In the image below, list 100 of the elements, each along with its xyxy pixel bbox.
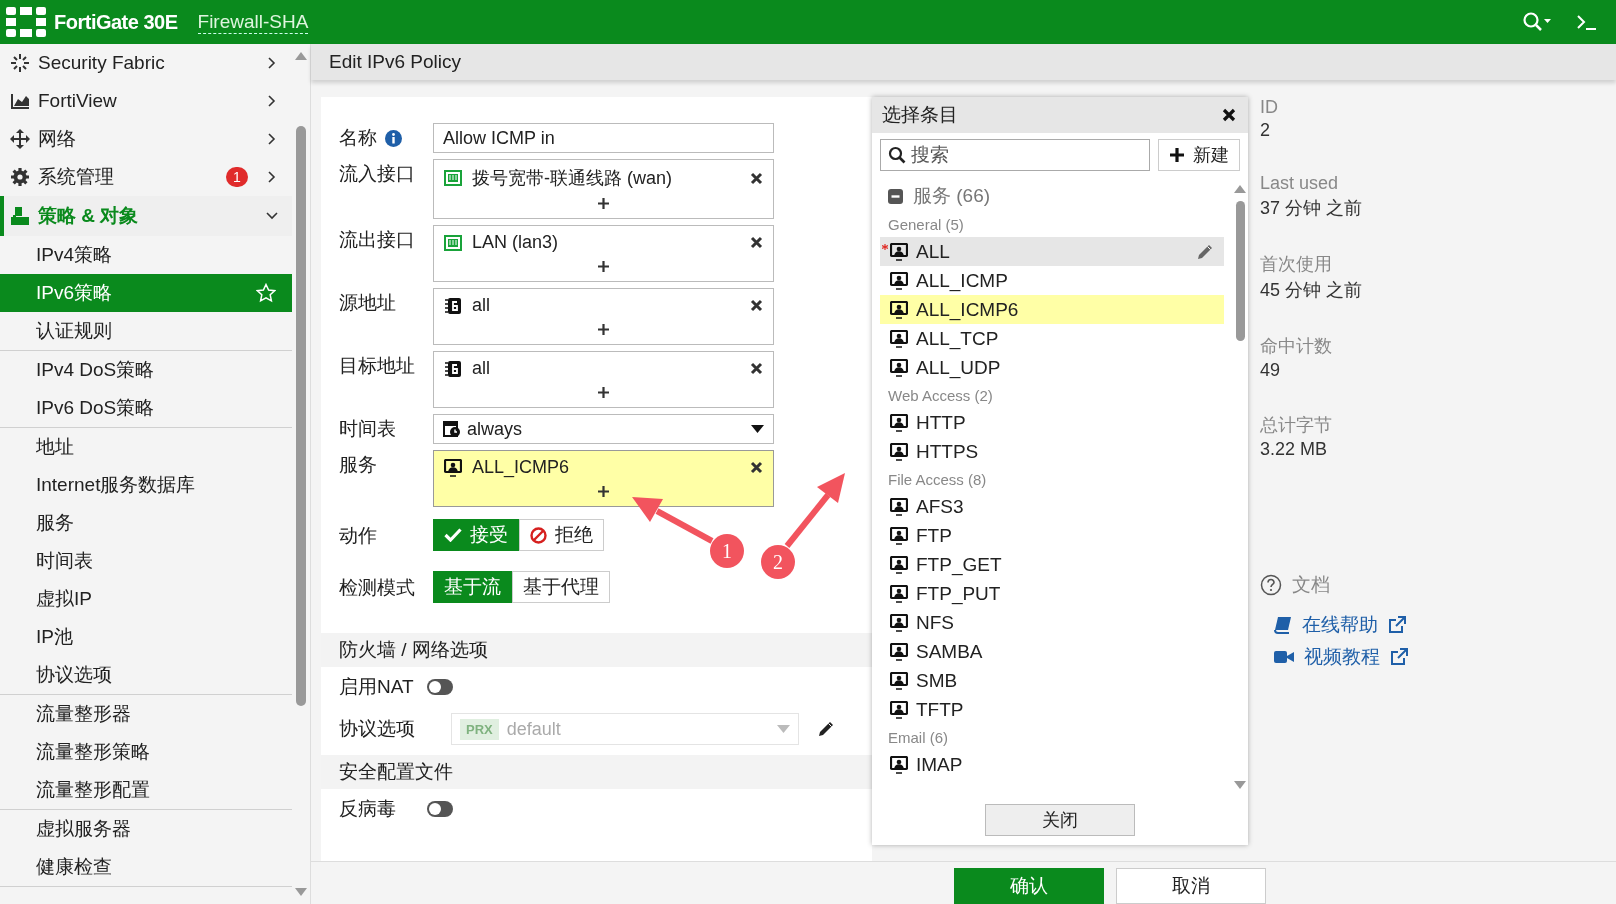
sidebar-item[interactable]: Security Fabric [0,44,292,82]
monitor-user-icon [890,755,908,774]
service-item[interactable]: NFS [880,608,1224,637]
sidebar-subitem[interactable]: 认证规则 [0,312,292,350]
service-item[interactable]: ALL [880,237,1224,266]
sidebar-subitem[interactable]: IP池 [0,618,292,656]
stat-value: 45 分钟 之前 [1260,279,1364,302]
scroll-down-icon[interactable] [1234,781,1246,789]
service-item[interactable]: FTP [880,521,1224,550]
field-label: 名称 [339,126,377,150]
option-button[interactable]: 基于代理 [512,571,610,603]
add-icon[interactable] [598,198,609,209]
option-button[interactable]: 拒绝 [519,519,604,551]
field-label: 服务 [339,453,377,477]
sidebar-subitem[interactable]: 服务 [0,504,292,542]
add-icon[interactable] [598,324,609,335]
help-link[interactable]: 视频教程 [1304,644,1380,670]
search-icon[interactable] [1522,11,1552,33]
multi-select-field[interactable]: all [433,351,774,408]
sidebar-subitem[interactable]: 虚拟服务器 [0,810,292,848]
sidebar-subitem[interactable]: IPv6 DoS策略 [0,389,292,427]
sidebar-item[interactable]: FortiView [0,82,292,120]
caret-icon [751,425,764,433]
close-button[interactable]: 关闭 [985,804,1135,836]
scroll-up-icon[interactable] [1234,185,1246,193]
sidebar-subitem[interactable]: IPv4策略 [0,236,292,274]
monitor-user-icon [890,497,908,516]
sidebar-subitem[interactable]: 时间表 [0,542,292,580]
name-input[interactable]: Allow ICMP in [433,123,774,153]
service-item[interactable]: ALL_UDP [880,353,1224,382]
external-link-icon[interactable] [1390,648,1408,666]
scrollbar-thumb[interactable] [1235,201,1245,341]
toggle-switch[interactable] [427,801,453,817]
service-item[interactable]: HTTPS [880,437,1224,466]
service-item[interactable]: SMB [880,666,1224,695]
add-icon[interactable] [598,486,609,497]
multi-select-field[interactable]: all [433,288,774,345]
help-link[interactable]: 在线帮助 [1302,612,1378,638]
multi-select-field[interactable]: ALL_ICMP6 [433,450,774,507]
search-field[interactable]: 搜索 [880,139,1150,171]
sidebar-subitem[interactable]: IPv4 DoS策略 [0,351,292,389]
service-item[interactable]: FTP_PUT [880,579,1224,608]
service-item[interactable]: ALL_ICMP [880,266,1224,295]
section-title: 安全配置文件 [339,760,453,784]
add-icon[interactable] [598,261,609,272]
hostname-link[interactable]: Firewall-SHA [197,10,309,34]
scroll-up-icon[interactable] [295,52,307,60]
scroll-down-icon[interactable] [295,888,307,896]
close-icon[interactable] [1222,108,1236,122]
service-item[interactable]: AFS3 [880,492,1224,521]
field-label: 启用NAT [339,675,415,699]
toggle-switch[interactable] [427,679,453,695]
sidebar-subitem[interactable]: 地址 [0,428,292,466]
sidebar-item[interactable]: 策略 & 对象 [0,196,292,236]
service-item[interactable]: SAMBA [880,637,1224,666]
service-item[interactable]: TFTP [880,695,1224,724]
annotation-marker: 2 [761,545,795,579]
schedule-dropdown[interactable]: always [433,414,774,444]
sidebar-item[interactable]: 系统管理 1 [0,158,292,196]
star-icon[interactable] [256,283,276,303]
service-item[interactable]: ALL_TCP [880,324,1224,353]
logo-icon [6,7,46,37]
monitor-user-icon [890,584,908,603]
option-button[interactable]: 基于流 [433,571,512,603]
sidebar-subitem[interactable]: 流量整形策略 [0,733,292,771]
sidebar-subitem[interactable]: 虚拟IP [0,580,292,618]
remove-icon[interactable] [750,236,763,249]
sidebar-subitem[interactable]: IPv6策略 [0,274,292,312]
cancel-button[interactable]: 取消 [1116,868,1266,904]
sidebar-item[interactable]: 网络 [0,120,292,158]
stat-label: Last used [1260,173,1340,194]
field-label: 动作 [339,524,377,548]
scrollbar-thumb[interactable] [296,126,306,706]
info-icon[interactable] [385,129,402,147]
sidebar-subitem[interactable]: 协议选项 [0,656,292,694]
monitor-user-icon [890,242,908,261]
stat-label: 命中计数 [1260,335,1333,358]
service-item[interactable]: ALL_ICMP6 [880,295,1224,324]
service-item[interactable]: FTP_GET [880,550,1224,579]
sidebar-subitem[interactable]: 健康检查 [0,848,292,886]
group-header[interactable]: 服务 (66) [880,181,1224,211]
remove-icon[interactable] [750,171,763,185]
document-icon [10,206,30,226]
option-button[interactable]: 接受 [433,519,519,551]
service-item[interactable]: IMAP [880,750,1224,779]
service-item[interactable]: HTTP [880,408,1224,437]
add-icon[interactable] [598,387,609,398]
remove-icon[interactable] [750,362,763,375]
multi-select-field[interactable]: 拨号宽带-联通线路 (wan) [433,159,774,219]
new-button[interactable]: 新建 [1158,139,1240,171]
address-icon [444,359,462,378]
sidebar-subitem[interactable]: 流量整形配置 [0,771,292,809]
terminal-icon[interactable] [1576,12,1598,32]
external-link-icon[interactable] [1388,616,1406,634]
multi-select-field[interactable]: LAN (lan3) [433,225,774,282]
sidebar-subitem[interactable]: Internet服务数据库 [0,466,292,504]
remove-icon[interactable] [750,299,763,312]
confirm-button[interactable]: 确认 [954,868,1104,904]
remove-icon[interactable] [750,461,763,474]
sidebar-subitem[interactable]: 流量整形器 [0,695,292,733]
